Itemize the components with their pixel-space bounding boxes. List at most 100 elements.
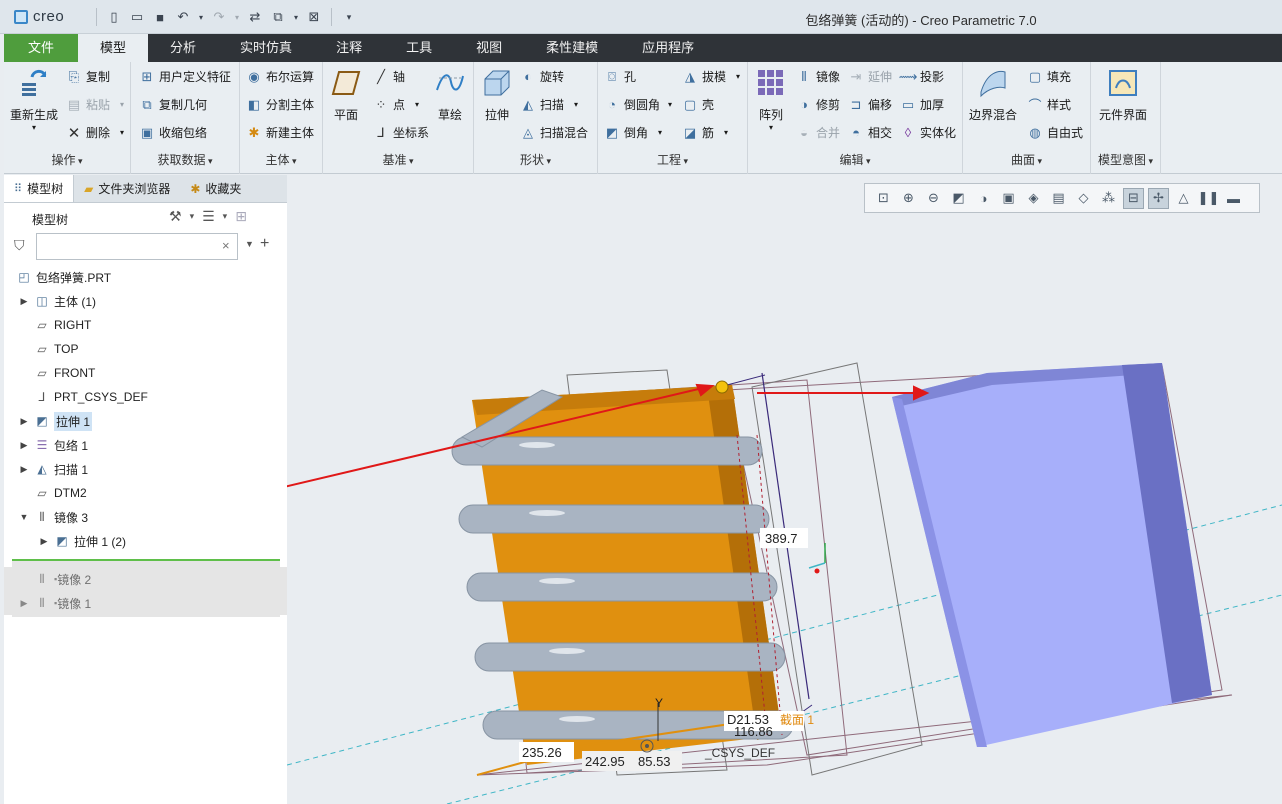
tree-item-part[interactable]: ◰ 包络弹簧.PRT — [4, 265, 287, 289]
axis-button[interactable]: ╱ 轴 — [373, 68, 405, 85]
selection-handle[interactable] — [715, 380, 729, 394]
filter-icon[interactable]: ⛉ — [14, 237, 25, 254]
group-datum-label[interactable]: 基准 — [323, 151, 473, 168]
style-button[interactable]: ⌒ 样式 — [1027, 96, 1071, 113]
tab-tools[interactable]: 工具 — [384, 34, 454, 62]
tab-live-simulation[interactable]: 实时仿真 — [218, 34, 314, 62]
show-columns-icon[interactable]: ☰ — [202, 208, 215, 225]
tree-item-body[interactable]: ▶ ◫ 主体 (1) — [4, 289, 287, 313]
tab-analysis[interactable]: 分析 — [148, 34, 218, 62]
zoom-fit-icon[interactable]: ⊡ — [873, 188, 894, 209]
tree-item-dtm2[interactable]: ▱ DTM2 — [4, 481, 287, 505]
pattern-dropdown-icon[interactable]: ▾ — [769, 123, 773, 132]
graphics-viewport[interactable]: 389.7 235.26 242.95 85.53 116.86 D21.53 … — [287, 175, 1282, 804]
merge-button[interactable]: ◒ 合并 — [796, 124, 840, 141]
perspective-icon[interactable]: ◇ — [1073, 188, 1094, 209]
dimension-85-label[interactable]: 85.53 — [638, 754, 671, 769]
saved-views-icon[interactable]: ◈ — [1023, 188, 1044, 209]
tree-item-extrude-1-copy[interactable]: ▶ ◩ 拉伸 1 (2) — [4, 529, 287, 553]
sweep-dropdown-icon[interactable]: ▾ — [574, 100, 578, 109]
tree-item-mirror-2[interactable]: ⫴ ▪ 镜像 2 — [4, 567, 287, 591]
view-manager-icon[interactable]: ▤ — [1048, 188, 1069, 209]
repaint-icon[interactable]: ◩ — [948, 188, 969, 209]
shrinkwrap-button[interactable]: ▣ 收缩包络 — [139, 124, 207, 141]
regenerate-dropdown-icon[interactable]: ▾ — [32, 123, 36, 132]
tree-item-front[interactable]: ▱ FRONT — [4, 361, 287, 385]
delete-button[interactable]: ✕ 删除 ▾ — [66, 124, 124, 142]
group-operations-label[interactable]: 操作 — [4, 151, 130, 168]
chamfer-button[interactable]: ◩ 倒角 ▾ — [604, 124, 662, 141]
dimension-d21-label[interactable]: D21.53 — [727, 712, 769, 727]
tree-search-input[interactable] — [36, 233, 238, 260]
component-interface-button[interactable]: 元件界面 — [1099, 66, 1147, 123]
tab-applications[interactable]: 应用程序 — [620, 34, 716, 62]
tab-file[interactable]: 文件 — [4, 34, 79, 62]
tree-settings-icon[interactable]: ⚒ — [169, 208, 182, 225]
paste-button[interactable]: ▤ 粘贴 ▾ — [66, 96, 124, 113]
hole-button[interactable]: ⌼ 孔 — [604, 68, 636, 85]
tree-settings-dropdown-icon[interactable]: ▾ — [190, 211, 195, 225]
group-get-data-label[interactable]: 获取数据 — [131, 151, 239, 168]
draft-dropdown-icon[interactable]: ▾ — [736, 72, 740, 81]
tree-item-csys[interactable]: ⅃ PRT_CSYS_DEF — [4, 385, 287, 409]
thicken-button[interactable]: ▭ 加厚 — [900, 96, 944, 113]
tab-favorites[interactable]: ✱ 收藏夹 — [180, 175, 251, 202]
group-model-intent-label[interactable]: 模型意图 — [1091, 151, 1160, 168]
sketch-button[interactable]: 草绘 — [433, 66, 467, 123]
add-icon[interactable]: + — [260, 235, 269, 253]
rib-dropdown-icon[interactable]: ▾ — [724, 128, 728, 137]
expand-icon[interactable]: ▶ — [18, 440, 30, 451]
offset-button[interactable]: ⊐ 偏移 — [848, 96, 892, 113]
copy-geometry-button[interactable]: ⧉ 复制几何 — [139, 96, 207, 113]
tab-folder-browser[interactable]: ▰ 文件夹浏览器 — [74, 175, 180, 202]
spin-center-icon[interactable]: ✢ — [1148, 187, 1169, 209]
tree-item-right[interactable]: ▱ RIGHT — [4, 313, 287, 337]
tree-filter-options-icon[interactable]: ⊞ — [235, 208, 247, 225]
tab-flexible-modeling[interactable]: 柔性建模 — [524, 34, 620, 62]
annotation-display-icon[interactable]: ⊟ — [1123, 187, 1144, 209]
boolean-button[interactable]: ◉ 布尔运算 — [246, 68, 314, 85]
boundary-blend-button[interactable]: 边界混合 — [969, 66, 1017, 123]
zoom-out-icon[interactable]: ⊖ — [923, 188, 944, 209]
expand-icon[interactable]: ▶ — [18, 598, 30, 609]
expand-icon[interactable]: ▶ — [38, 536, 50, 547]
delete-dropdown-icon[interactable]: ▾ — [120, 128, 124, 137]
shell-button[interactable]: ▢ 壳 — [682, 96, 714, 113]
group-engineering-label[interactable]: 工程 — [598, 151, 747, 168]
expand-icon[interactable]: ▶ — [18, 416, 30, 427]
tree-item-top[interactable]: ▱ TOP — [4, 337, 287, 361]
group-surfaces-label[interactable]: 曲面 — [963, 151, 1090, 168]
tree-item-mirror-3[interactable]: ▼ ⫴ 镜像 3 — [4, 505, 287, 529]
extrude-button[interactable]: 拉伸 — [480, 66, 514, 123]
regenerate-button[interactable]: 重新生成 ▾ — [10, 66, 58, 132]
expand-icon[interactable]: ▶ — [18, 464, 30, 475]
group-body-label[interactable]: 主体 — [240, 151, 322, 168]
copy-button[interactable]: ⎘ 复制 — [66, 68, 110, 85]
new-body-button[interactable]: ✱ 新建主体 — [246, 124, 314, 141]
tab-annotate[interactable]: 注释 — [314, 34, 384, 62]
search-dropdown-icon[interactable]: ▼ — [245, 239, 254, 249]
paste-dropdown-icon[interactable]: ▾ — [120, 100, 124, 109]
intersect-button[interactable]: ◓ 相交 — [848, 124, 892, 141]
tab-view[interactable]: 视图 — [454, 34, 524, 62]
rib-button[interactable]: ◪ 筋 ▾ — [682, 124, 728, 141]
pattern-button[interactable]: 阵列 ▾ — [754, 66, 788, 132]
plane-button[interactable]: 平面 — [329, 66, 363, 123]
group-editing-label[interactable]: 编辑 — [748, 151, 962, 168]
dimension-242-label[interactable]: 242.95 — [585, 754, 625, 769]
pause-icon[interactable]: ❚❚ — [1198, 188, 1220, 209]
view-orientation-icon[interactable]: ◑ — [973, 188, 994, 209]
round-button[interactable]: ◔ 倒圆角 ▾ — [604, 96, 672, 113]
expand-icon[interactable]: ▶ — [18, 296, 30, 307]
freestyle-button[interactable]: ◍ 自由式 — [1027, 124, 1083, 141]
split-body-button[interactable]: ◧ 分割主体 — [246, 96, 314, 113]
draft-button[interactable]: ◮ 拔模 ▾ — [682, 68, 740, 85]
csys-button[interactable]: ⅃ 坐标系 — [373, 124, 429, 141]
trim-button[interactable]: ◑ 修剪 — [796, 96, 840, 113]
chamfer-dropdown-icon[interactable]: ▾ — [658, 128, 662, 137]
fill-button[interactable]: ▢ 填充 — [1027, 68, 1071, 85]
tree-item-sweep-1[interactable]: ▶ ◭ 扫描 1 — [4, 457, 287, 481]
dimension-235-label[interactable]: 235.26 — [522, 745, 562, 760]
point-button[interactable]: ⁘ 点 ▾ — [373, 96, 419, 113]
mirror-button[interactable]: ⫴ 镜像 — [796, 68, 840, 85]
